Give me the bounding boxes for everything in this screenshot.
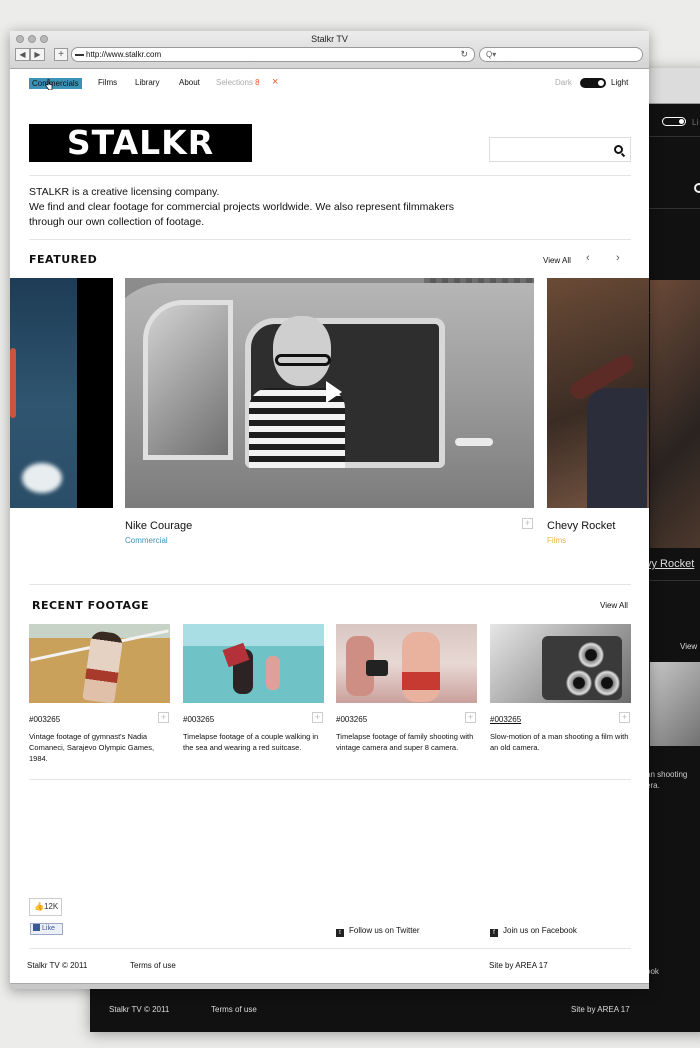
twitter-link[interactable]: t Follow us on Twitter [336,926,420,937]
address-url: http://www.stalkr.com [86,50,162,59]
clear-selections-icon[interactable]: × [272,76,278,88]
chevron-left-icon[interactable]: ‹ [586,252,590,264]
add-to-selection-icon[interactable]: + [312,712,323,723]
nav-item-commercials[interactable]: Commercials [29,78,82,89]
add-to-selection-icon[interactable]: + [619,712,630,723]
thumbs-up-icon: 👍 [34,902,44,911]
chevron-right-icon[interactable]: › [616,252,620,264]
site-search-input[interactable] [489,137,631,162]
footage-id[interactable]: #003265 [336,715,367,724]
site-favicon-icon [75,54,84,56]
featured-next-slide[interactable] [547,278,649,508]
forward-button[interactable]: ▶ [30,48,45,61]
footage-description: Timelapse footage of family shooting wit… [336,732,474,752]
featured-title[interactable]: Chevy Rocket [547,520,615,532]
facebook-label: Join us on Facebook [503,926,577,935]
background-light-fragment: Li [692,118,699,127]
stalkr-logo[interactable]: STALKR [29,124,252,162]
theme-light-label[interactable]: Light [611,78,628,87]
featured-main-video[interactable] [125,278,534,508]
window-bottom-bar [10,983,649,989]
nav-item-films[interactable]: Films [98,78,117,87]
intro-line: We find and clear footage for commercial… [29,201,455,228]
back-button[interactable]: ◀ [15,48,30,61]
play-icon[interactable] [326,381,342,403]
site-credit-link[interactable]: Site by AREA 17 [489,961,548,970]
browser-window: Stalkr TV ◀ ▶ + http://www.stalkr.com ↻ … [10,31,649,989]
background-view-all: View [680,642,698,651]
reload-icon[interactable]: ↻ [460,48,468,61]
history-buttons: ◀ ▶ [15,48,45,61]
background-copyright: Stalkr TV © 2011 [109,1005,170,1014]
background-terms-link: Terms of use [211,1005,257,1014]
terms-of-use-link[interactable]: Terms of use [130,961,176,970]
selections-count: 8 [255,78,260,87]
divider [29,239,631,240]
footage-thumbnail[interactable] [490,624,631,703]
footage-description: Timelapse footage of a couple walking in… [183,732,319,752]
site-navigation: Commercials Films Library About Selectio… [10,69,649,99]
intro-line: STALKR is a creative licensing company. [29,186,220,198]
facebook-icon [33,924,40,931]
window-title: Stalkr TV [311,34,348,44]
browser-search-field[interactable]: Q▾ [479,47,643,62]
facebook-like-button[interactable]: Like [30,923,63,935]
footage-description: Slow-motion of a man shooting a film wit… [490,732,629,752]
add-to-selection-icon[interactable]: + [522,518,533,529]
footage-description: Vintage footage of gymnast's Nadia Coman… [29,732,155,763]
like-label: Like [42,925,55,932]
background-theme-toggle [662,117,686,126]
new-tab-button[interactable]: + [54,48,68,61]
theme-dark-label[interactable]: Dark [555,78,572,87]
background-featured-title: vy Rocket [646,558,695,570]
background-footer: Stalkr TV © 2011 Terms of use Site by AR… [90,988,700,1032]
background-divider [646,580,700,581]
footage-id[interactable]: #003265 [183,715,214,724]
divider [29,175,631,176]
nav-item-selections[interactable]: Selections 8 [216,78,260,87]
browser-titlebar: Stalkr TV ◀ ▶ + http://www.stalkr.com ↻ … [10,31,649,69]
footage-thumbnail[interactable] [29,624,170,703]
featured-prev-slide[interactable] [10,278,113,508]
featured-title[interactable]: Nike Courage [125,520,192,532]
selections-label: Selections [216,78,253,87]
footage-thumbnail[interactable] [183,624,324,703]
search-icon[interactable] [614,145,623,154]
recent-view-all-link[interactable]: View All [600,601,628,610]
background-search-icon [694,183,700,193]
featured-category[interactable]: Commercial [125,536,168,545]
like-count: 12K [43,902,59,911]
intro-text: STALKR is a creative licensing company. … [29,185,469,230]
like-count-bubble: 👍12K [29,898,62,916]
featured-heading: FEATURED [29,253,98,266]
facebook-icon: f [490,929,498,937]
background-credit: Site by AREA 17 [571,1005,630,1014]
recent-footage-heading: RECENT FOOTAGE [32,599,150,612]
address-bar[interactable]: http://www.stalkr.com ↻ [71,47,475,62]
copyright: Stalkr TV © 2011 [27,961,88,970]
twitter-label: Follow us on Twitter [349,926,420,935]
background-featured-image [650,280,700,548]
footage-id[interactable]: #003265 [490,715,521,724]
background-footage-desc: an shooting [646,770,688,779]
add-to-selection-icon[interactable]: + [158,712,169,723]
background-footage-thumbnail [650,662,700,746]
theme-toggle[interactable] [580,78,606,88]
facebook-link[interactable]: f Join us on Facebook [490,926,577,937]
hand-cursor-icon [45,79,53,90]
nav-item-about[interactable]: About [179,78,200,87]
footage-id[interactable]: #003265 [29,715,60,724]
divider [29,779,631,780]
twitter-icon: t [336,929,344,937]
background-divider [646,208,700,209]
footage-thumbnail[interactable] [336,624,477,703]
nav-item-library[interactable]: Library [135,78,159,87]
divider [29,948,631,949]
divider [29,584,631,585]
featured-category[interactable]: Films [547,536,566,545]
featured-view-all-link[interactable]: View All [543,256,571,265]
add-to-selection-icon[interactable]: + [465,712,476,723]
background-divider [646,136,700,137]
